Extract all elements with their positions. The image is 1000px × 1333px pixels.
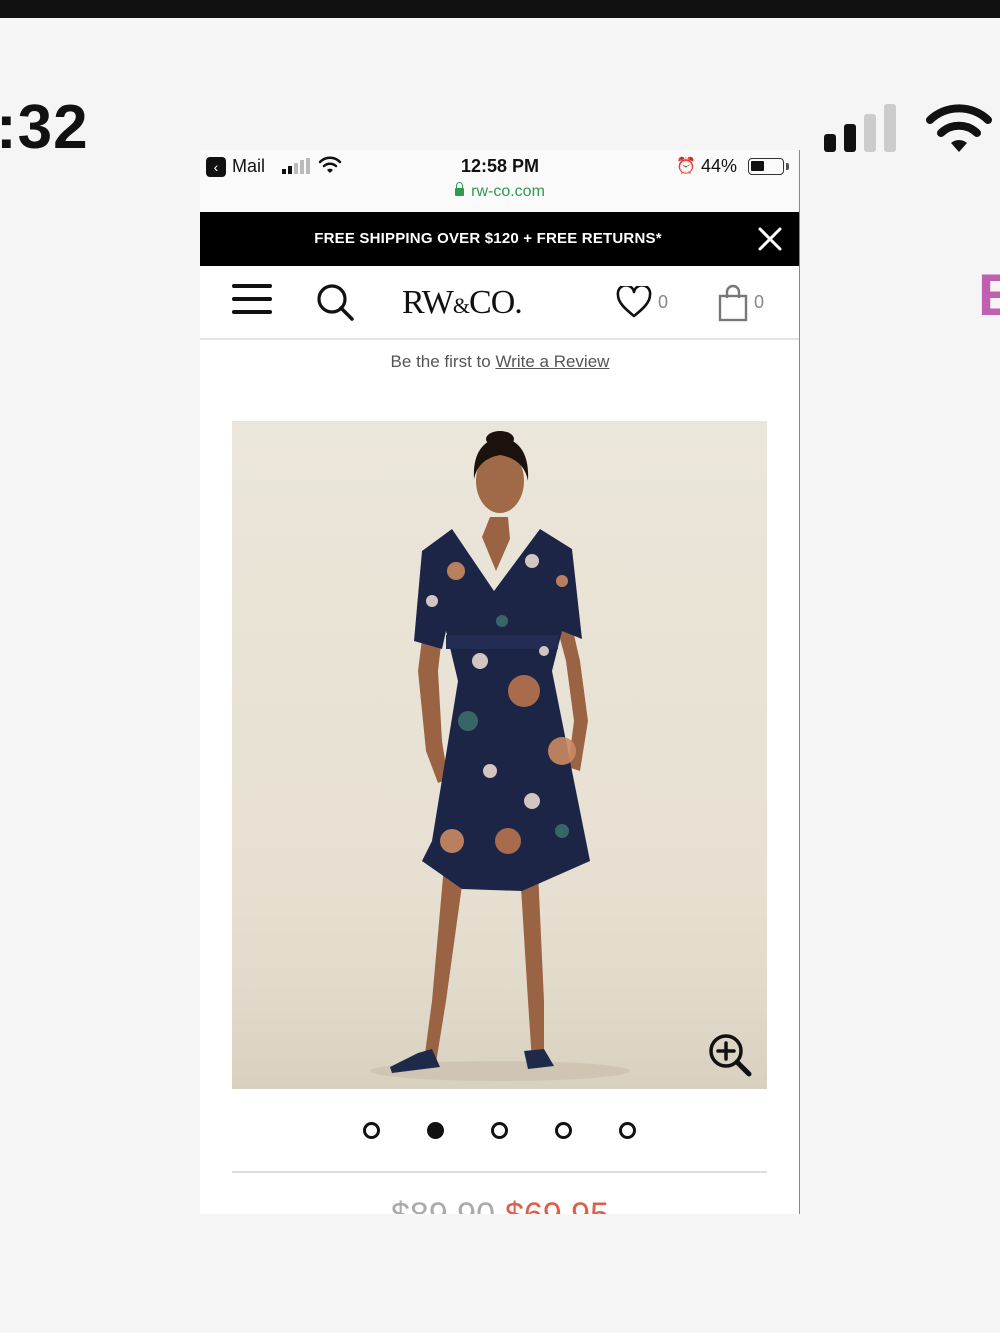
price-block: $89.90 $69.95: [200, 1196, 799, 1214]
review-prefix: Be the first to: [390, 352, 496, 371]
url-bar[interactable]: rw-co.com: [200, 182, 799, 201]
carousel-dot[interactable]: [491, 1122, 508, 1139]
brand-logo[interactable]: RW&CO.: [402, 284, 523, 322]
battery-percent: 44%: [701, 156, 738, 176]
top-black-bar: [0, 0, 1000, 18]
promo-text: FREE SHIPPING OVER $120 + FREE RETURNS*: [314, 230, 662, 247]
battery-level: [751, 161, 764, 171]
carousel-dot[interactable]: [363, 1122, 380, 1139]
search-icon[interactable]: [314, 281, 356, 323]
carousel-dot[interactable]: [555, 1122, 572, 1139]
zoom-in-icon[interactable]: [708, 1033, 752, 1077]
promo-banner: FREE SHIPPING OVER $120 + FREE RETURNS*: [200, 212, 799, 266]
original-price: $89.90: [391, 1196, 495, 1214]
review-prompt: Be the first to Write a Review: [200, 352, 799, 372]
lock-icon: [455, 182, 465, 196]
browser-screenshot: ‹ Mail 12:58 PM rw-co.com ⏰ 44% FREE SHI…: [200, 150, 800, 1214]
url-text: rw-co.com: [471, 183, 545, 200]
carousel-dot[interactable]: [427, 1122, 444, 1139]
carousel-dot[interactable]: [619, 1122, 636, 1139]
model-in-floral-dress: [370, 431, 630, 1081]
heart-icon[interactable]: [616, 286, 652, 318]
write-review-link[interactable]: Write a Review: [495, 352, 609, 371]
outer-status-time: :32: [0, 93, 89, 162]
sale-price: $69.95: [505, 1196, 609, 1214]
divider: [232, 1171, 767, 1173]
wishlist-count: 0: [658, 292, 669, 312]
menu-icon[interactable]: [232, 284, 272, 320]
outer-partial-letter: E: [978, 263, 1000, 328]
carousel-dots: [200, 1112, 799, 1146]
site-header: RW&CO. 0 0: [200, 266, 799, 340]
bag-count: 0: [754, 292, 765, 312]
product-image[interactable]: [232, 421, 767, 1089]
battery-tip: [786, 163, 789, 170]
inner-status-bar: ‹ Mail 12:58 PM rw-co.com ⏰ 44%: [200, 150, 799, 212]
cellular-signal-icon: [824, 104, 896, 152]
battery-icon: [748, 158, 784, 175]
alarm-icon: ⏰: [676, 158, 696, 175]
shopping-bag-icon[interactable]: [718, 284, 748, 322]
wifi-icon: [926, 104, 992, 152]
close-icon[interactable]: [756, 225, 784, 253]
